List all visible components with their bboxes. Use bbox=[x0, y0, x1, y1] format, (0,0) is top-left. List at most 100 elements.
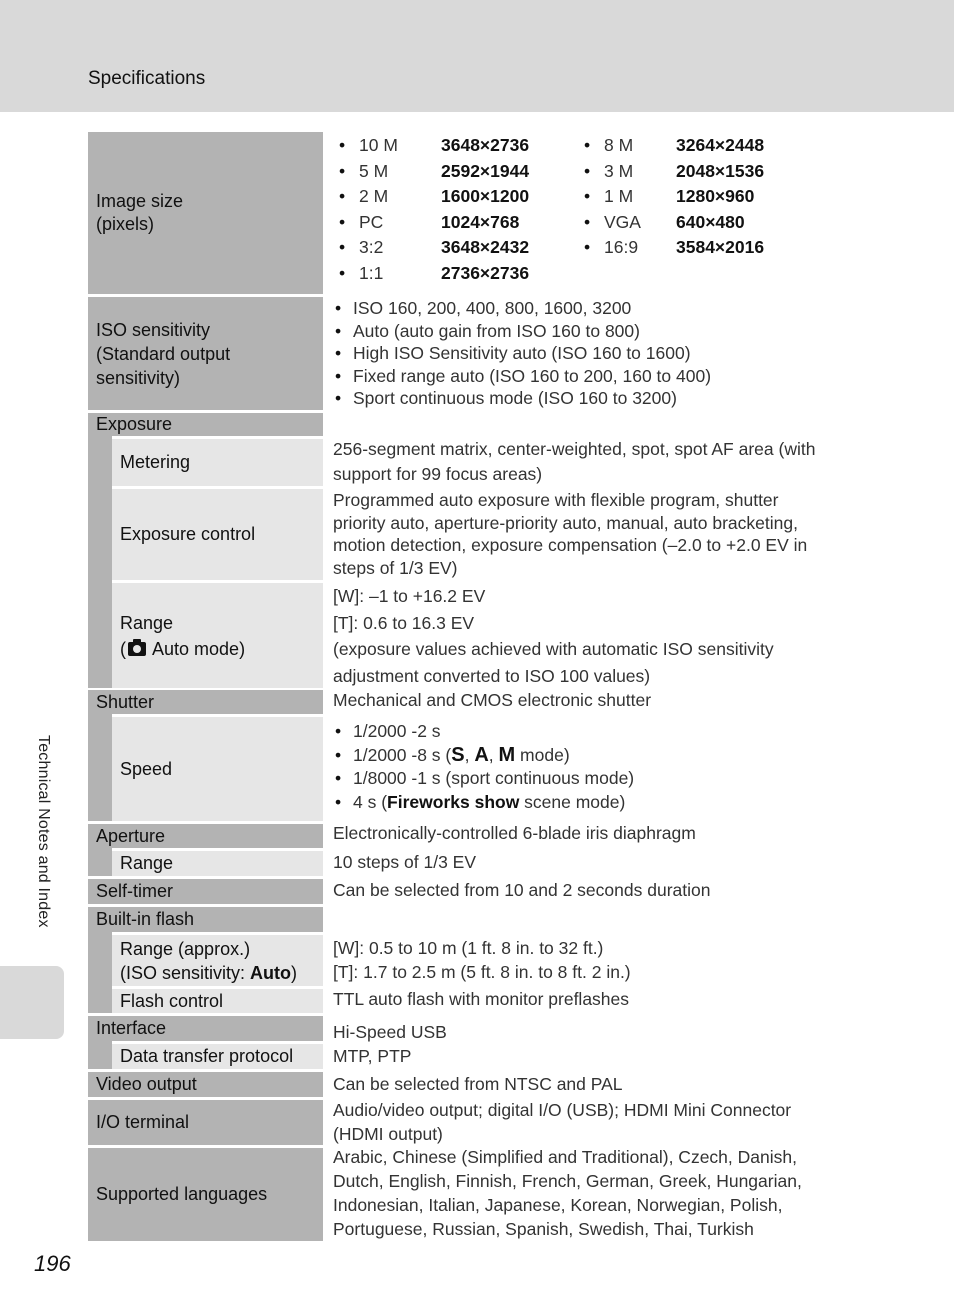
label-line: sensitivity) bbox=[96, 367, 181, 388]
spec-value-languages: Arabic, Chinese (Simplified and Traditio… bbox=[333, 1145, 873, 1241]
page-number: 196 bbox=[34, 1251, 71, 1276]
text-part: , bbox=[488, 744, 499, 765]
spec-value-flash-range: [W]: 0.5 to 10 m (1 ft. 8 in. to 32 ft.)… bbox=[333, 936, 873, 984]
iso-item: Fixed range auto (ISO 160 to 200, 160 to… bbox=[333, 365, 873, 388]
image-size-res: 3584×2016 bbox=[676, 237, 765, 257]
label-part: Auto mode) bbox=[148, 638, 246, 659]
label-text: Flash control bbox=[120, 990, 224, 1011]
label-text: Interface bbox=[96, 1018, 167, 1038]
text-part: 1/2000 -8 s ( bbox=[353, 744, 452, 765]
value-line: adjustment converted to ISO 100 values) bbox=[333, 665, 651, 686]
image-size-name: 5 M bbox=[359, 161, 389, 181]
mode-m-icon: M bbox=[498, 743, 516, 766]
label-text: Built-in flash bbox=[96, 909, 195, 929]
section-side-label: Technical Notes and Index bbox=[35, 735, 52, 928]
image-size-res: 3648×2432 bbox=[441, 237, 530, 257]
mode-a-icon: A bbox=[474, 743, 489, 766]
spec-value-io-terminal: Audio/video output; digital I/O (USB); H… bbox=[333, 1098, 873, 1146]
value-line: Indonesian, Italian, Japanese, Korean, N… bbox=[333, 1195, 783, 1215]
iso-item: ISO 160, 200, 400, 800, 1600, 3200 bbox=[333, 297, 873, 320]
value-line: Portuguese, Russian, Spanish, Swedish, T… bbox=[333, 1219, 754, 1239]
label-text: I/O terminal bbox=[96, 1112, 190, 1132]
speed-item: 1/8000 -1 s (sport continuous mode) bbox=[333, 767, 873, 791]
image-size-name: 3:2 bbox=[359, 237, 384, 257]
value-line: [W]: –1 to +16.2 EV bbox=[333, 586, 486, 606]
spec-value-shutter: Mechanical and CMOS electronic shutter bbox=[333, 690, 652, 710]
label-text: Speed bbox=[120, 758, 173, 779]
image-size-name: VGA bbox=[604, 212, 641, 232]
speed-item: 1/2000 -2 s bbox=[333, 720, 873, 744]
spec-label-built-in-flash: Built-in flash bbox=[88, 907, 323, 932]
spec-value-exposure-range: [W]: –1 to +16.2 EV [T]: 0.6 to 16.3 EV … bbox=[333, 583, 873, 689]
spec-sublabel-speed: Speed bbox=[112, 717, 323, 821]
value-line: Dutch, English, Finnish, French, German,… bbox=[333, 1171, 802, 1191]
spec-label-self-timer: Self-timer bbox=[88, 879, 323, 904]
spec-value-iso: ISO 160, 200, 400, 800, 1600, 3200 Auto … bbox=[333, 297, 873, 410]
spec-value-self-timer: Can be selected from 10 and 2 seconds du… bbox=[333, 880, 711, 900]
label-line: Range (approx.) bbox=[120, 938, 251, 959]
label-line: (Standard output bbox=[96, 343, 231, 364]
value-line: [W]: 0.5 to 10 m (1 ft. 8 in. to 32 ft.) bbox=[333, 938, 604, 958]
shutter-indent-strip bbox=[88, 714, 112, 821]
value-line: motion detection, exposure compensation … bbox=[333, 535, 808, 555]
value-line: [T]: 0.6 to 16.3 EV bbox=[333, 612, 475, 633]
value-line: Audio/video output; digital I/O (USB); H… bbox=[333, 1100, 792, 1120]
image-size-name: 1:1 bbox=[359, 263, 384, 283]
spec-sublabel-data-transfer: Data transfer protocol bbox=[112, 1044, 323, 1069]
label-text: Shutter bbox=[96, 691, 155, 712]
image-size-res: 2048×1536 bbox=[676, 161, 765, 181]
spec-value-aperture-range: 10 steps of 1/3 EV bbox=[333, 852, 477, 872]
page-title: Specifications bbox=[88, 68, 206, 89]
label-text: Video output bbox=[96, 1074, 197, 1094]
label-part: ) bbox=[291, 962, 298, 983]
spec-value-exposure-control: Programmed auto exposure with flexible p… bbox=[333, 489, 873, 579]
spec-value-speed: 1/2000 -2 s 1/2000 -8 s (S, A, M mode) 1… bbox=[333, 720, 873, 814]
image-size-res: 3264×2448 bbox=[676, 135, 765, 155]
label-text: Metering bbox=[120, 452, 191, 472]
spec-value-video-output: Can be selected from NTSC and PAL bbox=[333, 1074, 623, 1094]
spec-sublabel-flash-range: Range (approx.) (ISO sensitivity: Auto) bbox=[112, 935, 323, 986]
mode-s-icon: S bbox=[451, 743, 465, 766]
image-size-name: 2 M bbox=[359, 186, 389, 206]
iso-item: High ISO Sensitivity auto (ISO 160 to 16… bbox=[333, 342, 873, 365]
text-part: , bbox=[464, 744, 475, 765]
value-line: priority auto, aperture-priority auto, m… bbox=[333, 512, 798, 533]
spec-label-image-size: Image size (pixels) bbox=[88, 132, 323, 294]
image-size-name: PC bbox=[359, 212, 384, 232]
iso-item: Sport continuous mode (ISO 160 to 3200) bbox=[333, 387, 873, 410]
image-size-name: 3 M bbox=[604, 161, 634, 181]
value-line: (HDMI output) bbox=[333, 1124, 443, 1144]
image-size-res: 3648×2736 bbox=[441, 135, 530, 155]
label-line: Range bbox=[120, 612, 174, 633]
flash-indent-strip bbox=[88, 932, 112, 1013]
label-text: Exposure control bbox=[120, 524, 256, 544]
spec-sublabel-aperture-range: Range bbox=[112, 851, 323, 876]
iso-item: Auto (auto gain from ISO 160 to 800) bbox=[333, 320, 873, 343]
spec-sublabel-exposure-range: Range ( Auto mode) bbox=[112, 583, 323, 688]
image-size-res: 1024×768 bbox=[441, 212, 520, 232]
image-size-name: 8 M bbox=[604, 135, 634, 155]
value-line: [T]: 1.7 to 2.5 m (5 ft. 8 in. to 8 ft. … bbox=[333, 962, 631, 982]
label-line: ( Auto mode) bbox=[120, 636, 245, 662]
image-size-name: 16:9 bbox=[604, 237, 639, 257]
value-line: (exposure values achieved with automatic… bbox=[333, 639, 774, 659]
label-text: Supported languages bbox=[96, 1184, 268, 1204]
label-part: ( bbox=[120, 638, 126, 659]
value-line: 256-segment matrix, center-weighted, spo… bbox=[333, 439, 816, 459]
text-part: mode) bbox=[515, 744, 570, 765]
spec-value-interface: Hi-Speed USB bbox=[333, 1022, 447, 1042]
section-thumb-tab[interactable] bbox=[0, 966, 64, 1039]
spec-value-aperture: Electronically-controlled 6-blade iris d… bbox=[333, 823, 696, 843]
exposure-indent-strip bbox=[88, 436, 112, 688]
image-size-res: 2736×2736 bbox=[441, 263, 530, 283]
text-part: 4 s ( bbox=[353, 791, 388, 812]
spec-label-interface: Interface bbox=[88, 1016, 323, 1041]
label-text: Range bbox=[120, 853, 174, 873]
spec-label-shutter: Shutter bbox=[88, 690, 323, 714]
aperture-indent-strip bbox=[88, 848, 112, 876]
image-size-res: 1600×1200 bbox=[441, 186, 530, 206]
spec-value-data-transfer: MTP, PTP bbox=[333, 1046, 412, 1066]
camera-auto-icon bbox=[128, 638, 146, 656]
spec-sublabel-exposure-control: Exposure control bbox=[112, 489, 323, 580]
value-line: steps of 1/3 EV) bbox=[333, 557, 458, 578]
